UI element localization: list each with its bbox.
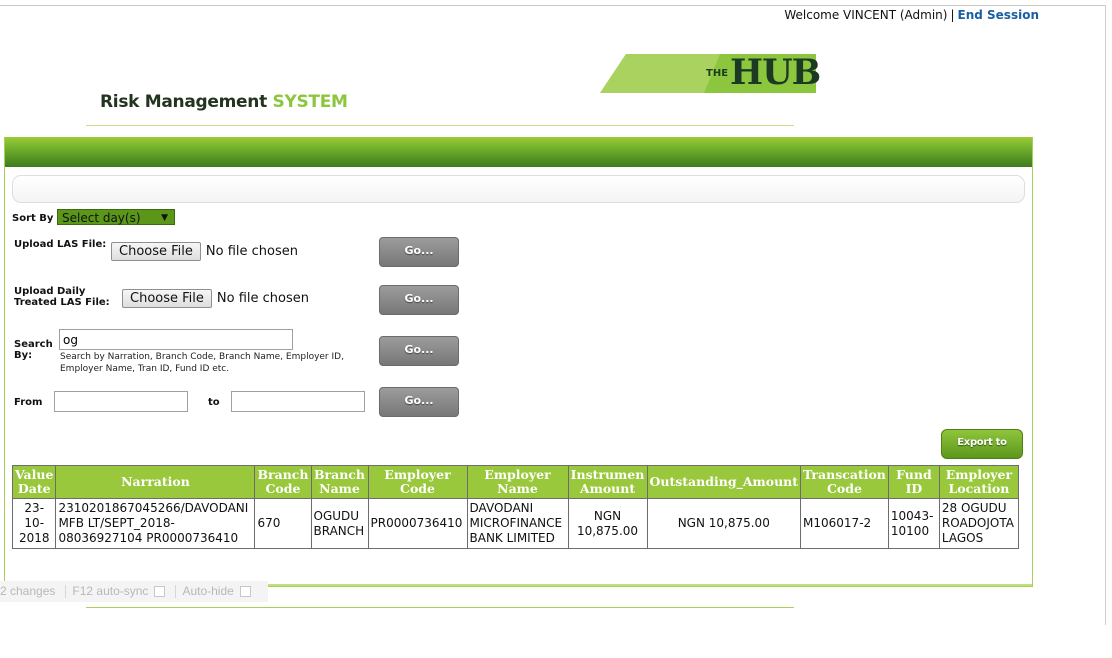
column-header[interactable]: Branch Name (310, 465, 369, 499)
column-header[interactable]: Branch Code (254, 465, 312, 499)
cell-employer-name: DAVODANI MICROFINANCE BANK LIMITED (466, 498, 569, 549)
devtools-auto-hide-label: Auto-hide (182, 584, 234, 598)
upload-daily-file-input[interactable]: Choose File No file chosen (122, 289, 309, 308)
auto-hide-checkbox[interactable] (239, 586, 251, 598)
logo-the-text: THE (706, 68, 729, 79)
column-header[interactable]: Employer Location (938, 465, 1019, 499)
upload-las-label: Upload LAS File: (14, 239, 107, 250)
search-by-label: Search By: (14, 339, 53, 361)
column-header[interactable]: Value Date (11, 465, 57, 499)
cell-narration: 2310201867045266/DAVODANI MFB LT/SEPT_20… (55, 498, 256, 549)
title-divider (86, 125, 794, 126)
logo-hub-text: HUB (730, 52, 821, 93)
hub-logo: THE HUB (600, 52, 821, 94)
column-header[interactable]: Employer Code (367, 465, 468, 499)
column-header[interactable]: Outstanding_Amount (646, 465, 802, 499)
from-label: From (14, 397, 43, 408)
sort-by-label: Sort By (12, 213, 54, 224)
welcome-separator: | (950, 8, 955, 22)
right-border (1105, 5, 1106, 625)
sort-select-value: Select day(s) (62, 211, 141, 225)
top-border (0, 5, 1106, 6)
choose-file-button[interactable]: Choose File (122, 289, 212, 308)
search-label-line1: Search (14, 339, 53, 350)
toolbar-strip (12, 175, 1025, 203)
column-header[interactable]: Fund ID (887, 465, 940, 499)
search-go-button[interactable]: Go... (379, 336, 459, 366)
to-date-input[interactable] (231, 391, 365, 412)
app-title-main: Risk Management (100, 92, 267, 112)
table-row[interactable]: 23-10-2018 2310201867045266/DAVODANI MFB… (11, 498, 1019, 549)
to-label: to (208, 397, 220, 408)
export-to-excel-button[interactable]: Export to Excel (941, 429, 1023, 474)
cell-value-date: 23-10-2018 (11, 498, 57, 549)
devtools-auto-sync-label: F12 auto-sync (72, 584, 149, 598)
cell-instrument-amount: NGN 10,875.00 (567, 498, 648, 549)
cell-fund-id: 10043-10100 (887, 498, 940, 549)
file-status-text: No file chosen (205, 244, 298, 259)
devtools-separator (65, 585, 67, 599)
cell-branch-name: OGUDU BRANCH (310, 498, 369, 549)
devtools-separator (175, 585, 177, 599)
upload-daily-label-line2: Treated LAS File: (14, 297, 110, 308)
column-header[interactable]: Transcation Code (800, 465, 889, 499)
welcome-text: Welcome VINCENT (Admin) (784, 8, 948, 22)
cell-branch-code: 670 (254, 498, 312, 549)
file-status-text: No file chosen (216, 291, 309, 306)
search-hint-text: Search by Narration, Branch Code, Branch… (60, 352, 344, 374)
upload-las-go-button[interactable]: Go... (379, 237, 459, 267)
transactions-table: Value Date Narration Branch Code Branch … (11, 465, 1019, 549)
app-title: Risk Management SYSTEM (100, 92, 348, 112)
column-header[interactable]: Narration (55, 465, 256, 499)
column-header[interactable]: Employer Name (466, 465, 569, 499)
upload-las-file-input[interactable]: Choose File No file chosen (111, 242, 298, 261)
auto-sync-checkbox[interactable] (154, 586, 166, 598)
app-title-accent: SYSTEM (272, 92, 348, 112)
footer-divider (86, 607, 794, 608)
from-date-input[interactable] (54, 391, 188, 412)
devtools-bar: 2 changes F12 auto-sync Auto-hide (0, 581, 268, 602)
table-header-row: Value Date Narration Branch Code Branch … (11, 465, 1019, 499)
cell-employer-location: 28 OGUDU ROADOJOTA LAGOS (938, 498, 1019, 549)
dropdown-arrow-icon: ▼ (161, 213, 168, 223)
cell-employer-code: PR0000736410 (367, 498, 468, 549)
main-panel: Sort By Select day(s) ▼ Upload LAS File:… (4, 137, 1033, 587)
upload-daily-label: Upload Daily Treated LAS File: (14, 286, 110, 308)
welcome-bar: Welcome VINCENT (Admin) | End Session (784, 8, 1039, 22)
sort-day-select[interactable]: Select day(s) ▼ (57, 209, 175, 225)
cell-outstanding-amount: NGN 10,875.00 (646, 498, 802, 549)
search-input[interactable] (59, 329, 293, 350)
column-header[interactable]: Instrumen Amount (567, 465, 648, 499)
choose-file-button[interactable]: Choose File (111, 242, 201, 261)
devtools-changes[interactable]: 2 changes (0, 584, 55, 598)
cell-transaction-code: M106017-2 (800, 498, 889, 549)
upload-daily-go-button[interactable]: Go... (379, 285, 459, 315)
search-label-line2: By: (14, 350, 33, 361)
end-session-link[interactable]: End Session (958, 8, 1039, 22)
upload-daily-label-line1: Upload Daily (14, 286, 86, 297)
date-range-go-button[interactable]: Go... (379, 387, 459, 417)
panel-header-bar (5, 137, 1032, 167)
